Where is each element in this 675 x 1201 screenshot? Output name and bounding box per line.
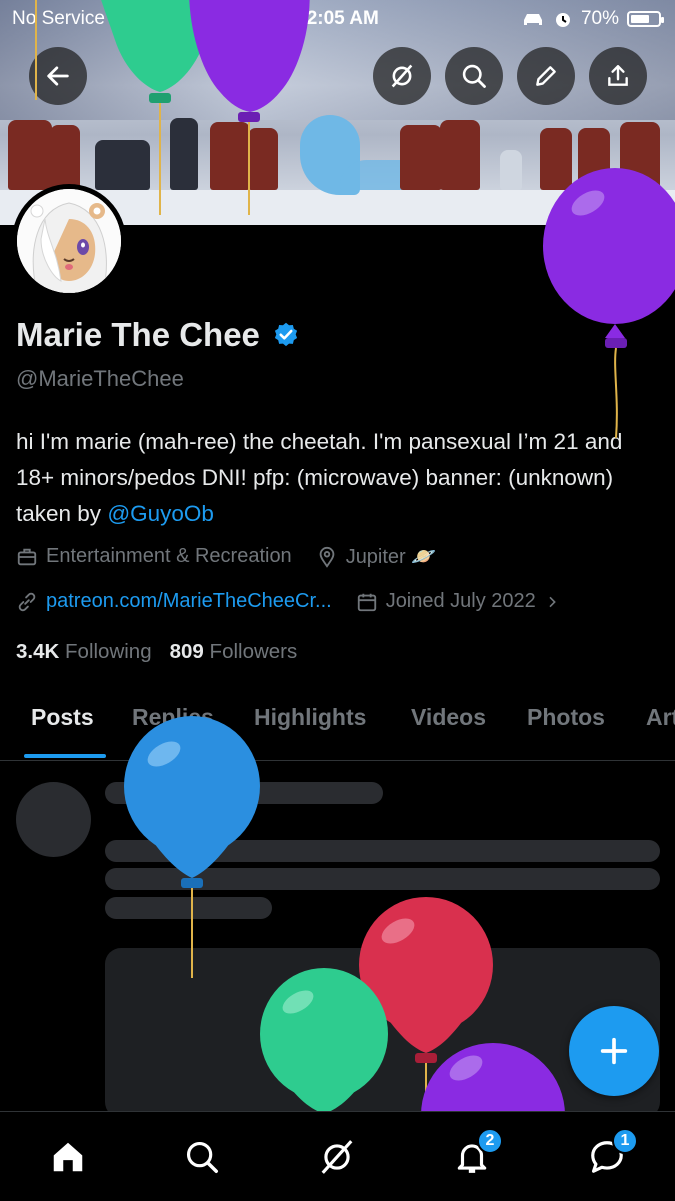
chevron-right-icon bbox=[549, 596, 556, 607]
search-icon bbox=[462, 64, 486, 88]
share-button[interactable] bbox=[589, 47, 647, 105]
tab-posts[interactable]: Posts bbox=[31, 704, 94, 731]
grok-icon bbox=[321, 1140, 353, 1174]
status-icons: 70% bbox=[521, 8, 664, 30]
nav-home[interactable] bbox=[43, 1132, 93, 1182]
messages-badge: 1 bbox=[612, 1128, 638, 1154]
link-icon bbox=[18, 592, 36, 611]
nav-notifications[interactable]: 2 bbox=[447, 1128, 503, 1182]
green-balloon-icon bbox=[260, 968, 388, 1114]
nav-search[interactable] bbox=[177, 1132, 227, 1182]
nav-messages[interactable]: 1 bbox=[582, 1128, 638, 1182]
followers-count: 809 bbox=[169, 640, 204, 663]
profile-meta-row-2: patreon.com/MarieTheCheeCr... Joined Jul… bbox=[16, 590, 584, 613]
display-name: Marie The Chee bbox=[16, 316, 260, 353]
profile-handle: @MarieTheChee bbox=[16, 366, 184, 391]
category-item: Entertainment & Recreation bbox=[16, 545, 292, 568]
share-icon bbox=[608, 65, 628, 86]
nav-grok[interactable] bbox=[312, 1132, 362, 1182]
skeleton-avatar bbox=[16, 782, 91, 857]
blue-balloon-icon bbox=[124, 716, 260, 978]
active-tab-indicator bbox=[24, 754, 106, 758]
profile-bio: hi I'm marie (mah-ree) the cheetah. I'm … bbox=[16, 424, 661, 532]
back-arrow-icon bbox=[47, 66, 69, 86]
joined-label: Joined July 2022 bbox=[385, 590, 536, 612]
search-button[interactable] bbox=[445, 47, 503, 105]
edit-button[interactable] bbox=[517, 47, 575, 105]
car-icon bbox=[523, 14, 542, 25]
location-pin-icon bbox=[319, 546, 335, 568]
joined-item[interactable]: Joined July 2022 bbox=[356, 590, 560, 613]
following-count: 3.4K bbox=[16, 640, 60, 663]
profile-tabs: Posts Replies Highlights Videos Photos A… bbox=[0, 690, 675, 761]
purple-balloon-icon bbox=[189, 0, 310, 215]
alarm-icon bbox=[555, 13, 570, 27]
follow-counts: 3.4K Following 809 Followers bbox=[16, 640, 297, 664]
plus-icon bbox=[600, 1037, 628, 1065]
calendar-icon bbox=[357, 593, 376, 611]
category-label: Entertainment & Recreation bbox=[46, 545, 292, 567]
grok-icon bbox=[391, 64, 413, 88]
following-link[interactable]: 3.4K Following bbox=[16, 640, 152, 664]
briefcase-icon bbox=[17, 548, 37, 565]
tab-photos[interactable]: Photos bbox=[527, 704, 605, 731]
profile-meta-row-1: Entertainment & Recreation Jupiter 🪐 bbox=[16, 544, 460, 569]
purple-balloon-icon bbox=[543, 168, 675, 438]
purple-balloon-icon bbox=[421, 1043, 565, 1115]
pencil-icon bbox=[536, 66, 556, 86]
following-label: Following bbox=[65, 640, 152, 663]
website-item[interactable]: patreon.com/MarieTheCheeCr... bbox=[16, 590, 332, 613]
battery-percent: 70% bbox=[580, 8, 619, 29]
balloon-string-icon bbox=[35, 0, 37, 100]
bottom-navigation: 2 1 bbox=[0, 1111, 675, 1201]
display-name-row: Marie The Chee bbox=[16, 316, 300, 354]
notifications-badge: 2 bbox=[477, 1128, 503, 1154]
verified-badge-icon[interactable] bbox=[272, 321, 300, 349]
followers-link[interactable]: 809 Followers bbox=[170, 640, 298, 664]
grok-button[interactable] bbox=[373, 47, 431, 105]
compose-post-button[interactable] bbox=[569, 1006, 659, 1096]
home-icon bbox=[53, 1142, 83, 1172]
tab-articles[interactable]: Articles bbox=[646, 704, 675, 731]
location-label: Jupiter 🪐 bbox=[345, 546, 437, 568]
tab-videos[interactable]: Videos bbox=[411, 704, 486, 731]
website-link[interactable]: patreon.com/MarieTheCheeCr... bbox=[46, 590, 332, 613]
battery-icon bbox=[627, 11, 664, 27]
location-item: Jupiter 🪐 bbox=[316, 544, 437, 569]
search-icon bbox=[186, 1141, 218, 1173]
bio-mention-link[interactable]: @GuyoOb bbox=[107, 501, 214, 526]
tab-highlights[interactable]: Highlights bbox=[254, 704, 366, 731]
followers-label: Followers bbox=[209, 640, 298, 663]
